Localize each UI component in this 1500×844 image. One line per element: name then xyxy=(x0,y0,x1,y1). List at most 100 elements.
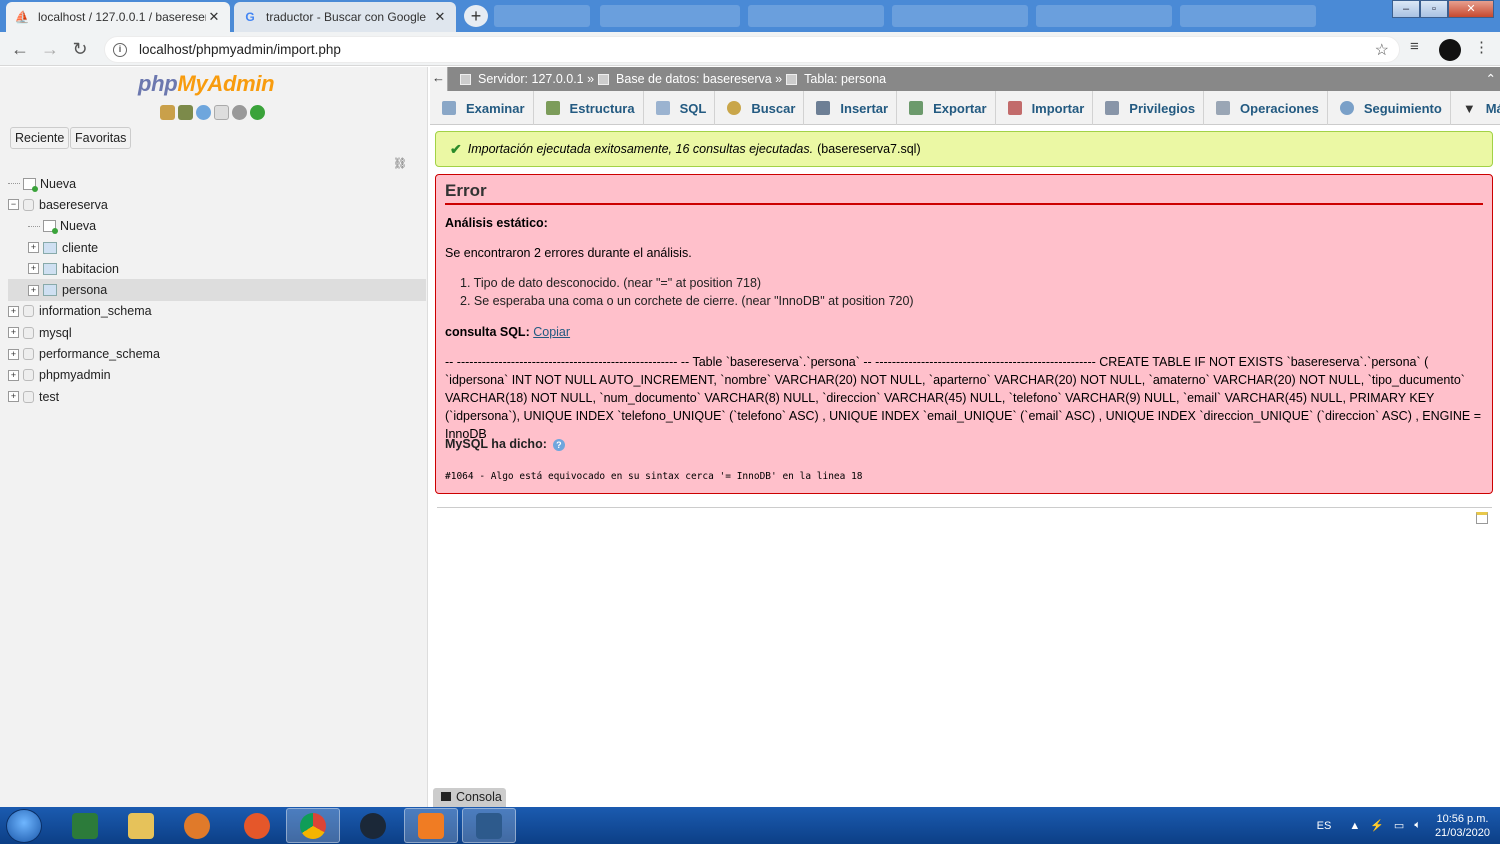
background-tab[interactable] xyxy=(892,5,1028,27)
tab-estructura[interactable]: Estructura xyxy=(534,91,644,125)
tree-item-new-table[interactable]: Nueva xyxy=(8,216,426,237)
logout-icon[interactable] xyxy=(178,105,193,120)
reload-nav-icon[interactable] xyxy=(250,105,265,120)
tab-mas[interactable]: ▼ Más xyxy=(1451,91,1500,125)
bookmark-star-icon[interactable]: ☆ xyxy=(1375,40,1389,60)
tree-item-label[interactable]: phpmyadmin xyxy=(39,368,111,382)
tab-exportar[interactable]: Exportar xyxy=(897,91,996,125)
taskbar-media-player-icon[interactable] xyxy=(170,808,224,843)
breadcrumb-server[interactable]: Servidor: 127.0.0.1 » xyxy=(478,67,594,91)
tree-item-label[interactable]: Nueva xyxy=(40,177,76,191)
language-indicator[interactable]: ES xyxy=(1317,820,1332,832)
tab-importar[interactable]: Importar xyxy=(996,91,1094,125)
media-queue-icon[interactable]: ≡ xyxy=(1410,38,1419,55)
tree-item-label[interactable]: cliente xyxy=(62,241,98,255)
tree-item-label[interactable]: performance_schema xyxy=(39,347,160,361)
tab-buscar[interactable]: Buscar xyxy=(715,91,805,125)
help-icon[interactable] xyxy=(196,105,211,120)
browser-menu-icon[interactable]: ⋮ xyxy=(1474,38,1489,56)
tab-insertar[interactable]: Insertar xyxy=(804,91,898,125)
close-tab-icon[interactable]: ✕ xyxy=(206,9,222,25)
expand-icon[interactable]: + xyxy=(8,369,19,381)
breadcrumb-table[interactable]: Tabla: persona xyxy=(804,67,886,91)
action-center-icon[interactable]: ▭ xyxy=(1394,819,1404,832)
phpmyadmin-logo[interactable]: phpMyAdmin xyxy=(138,71,275,97)
taskbar-firefox-icon[interactable] xyxy=(230,808,284,843)
show-hidden-icons-icon[interactable]: ▲ xyxy=(1349,820,1360,832)
help-icon[interactable]: ? xyxy=(552,438,565,451)
link-with-main-icon[interactable]: ⛓ xyxy=(393,157,407,170)
breadcrumb-database[interactable]: Base de datos: basereserva » xyxy=(616,67,782,91)
database-icon xyxy=(598,73,610,85)
new-tab-button[interactable]: + xyxy=(464,5,488,27)
background-tab[interactable] xyxy=(748,5,884,27)
start-button[interactable] xyxy=(6,809,42,843)
tab-examinar[interactable]: Examinar xyxy=(430,91,534,125)
expand-icon[interactable]: + xyxy=(28,284,39,296)
tree-item-information-schema[interactable]: + information_schema xyxy=(8,301,426,322)
maximize-button[interactable]: ▫ xyxy=(1420,0,1448,18)
tree-item-cliente[interactable]: + cliente xyxy=(8,237,426,258)
favorites-button[interactable]: Favoritas xyxy=(70,127,132,149)
home-icon[interactable] xyxy=(160,105,175,120)
expand-icon[interactable]: + xyxy=(8,305,19,317)
tree-item-new-database[interactable]: Nueva xyxy=(8,173,426,194)
background-tab[interactable] xyxy=(1180,5,1316,27)
tree-item-label[interactable]: habitacion xyxy=(62,262,119,276)
tab-seguimiento[interactable]: Seguimiento xyxy=(1328,91,1451,125)
tab-privilegios[interactable]: Privilegios xyxy=(1093,91,1205,125)
tab-phpmyadmin[interactable]: ⛵ localhost / 127.0.0.1 / basereserv ✕ xyxy=(6,2,230,32)
collapse-icon[interactable]: − xyxy=(8,199,19,211)
back-icon[interactable]: ← xyxy=(8,38,32,60)
collapse-panel-icon[interactable]: ← xyxy=(430,67,448,91)
tree-item-label[interactable]: persona xyxy=(62,283,107,297)
scroll-top-icon[interactable]: ⌃ xyxy=(1486,67,1496,91)
address-bar[interactable]: i localhost/phpmyadmin/import.php ☆ xyxy=(104,36,1400,63)
taskbar-project-icon[interactable] xyxy=(58,808,112,843)
tree-item-label[interactable]: information_schema xyxy=(39,304,152,318)
tree-item-test[interactable]: + test xyxy=(8,386,426,407)
expand-icon[interactable]: + xyxy=(8,348,19,360)
taskbar-steam-icon[interactable] xyxy=(346,808,400,843)
clock[interactable]: 10:56 p.m. 21/03/2020 xyxy=(1435,812,1490,840)
taskbar-chrome-icon[interactable] xyxy=(286,808,340,843)
taskbar-workbench-icon[interactable] xyxy=(462,808,516,843)
tree-item-habitacion[interactable]: + habitacion xyxy=(8,258,426,279)
background-tab[interactable] xyxy=(494,5,590,27)
settings-gear-icon[interactable] xyxy=(232,105,247,120)
volume-icon[interactable]: 🔈︎ xyxy=(1414,819,1421,832)
profile-avatar[interactable] xyxy=(1439,39,1461,61)
expand-icon[interactable]: + xyxy=(8,327,19,339)
docs-icon[interactable] xyxy=(214,105,229,120)
forward-icon[interactable]: → xyxy=(38,38,62,60)
reload-icon[interactable]: ↻ xyxy=(68,38,92,60)
page-settings-icon[interactable] xyxy=(1476,512,1488,524)
tree-item-label[interactable]: Nueva xyxy=(60,219,96,233)
recent-button[interactable]: Reciente xyxy=(10,127,70,149)
expand-icon[interactable]: + xyxy=(28,242,39,254)
close-tab-icon[interactable]: ✕ xyxy=(432,9,448,25)
background-tab[interactable] xyxy=(600,5,740,27)
tree-item-persona[interactable]: + persona xyxy=(8,279,426,301)
tree-item-basereserva[interactable]: − basereserva xyxy=(8,194,426,215)
tab-google[interactable]: G traductor - Buscar con Google ✕ xyxy=(234,2,456,32)
tree-item-phpmyadmin[interactable]: + phpmyadmin xyxy=(8,365,426,386)
tree-item-performance-schema[interactable]: + performance_schema xyxy=(8,343,426,364)
network-icon[interactable]: ⚡ xyxy=(1370,819,1384,832)
console-button[interactable]: Consola xyxy=(433,788,506,807)
tree-item-mysql[interactable]: + mysql xyxy=(8,322,426,343)
window-close-button[interactable]: ✕ xyxy=(1448,0,1494,18)
expand-icon[interactable]: + xyxy=(8,391,19,403)
tab-operaciones[interactable]: Operaciones xyxy=(1204,91,1328,125)
site-info-icon[interactable]: i xyxy=(113,42,127,57)
taskbar-xampp-icon[interactable] xyxy=(404,808,458,843)
tree-item-label[interactable]: mysql xyxy=(39,326,72,340)
taskbar-explorer-icon[interactable] xyxy=(114,808,168,843)
tab-sql[interactable]: SQL xyxy=(644,91,716,125)
background-tab[interactable] xyxy=(1036,5,1172,27)
tree-item-label[interactable]: basereserva xyxy=(39,198,108,212)
expand-icon[interactable]: + xyxy=(28,263,39,275)
tree-item-label[interactable]: test xyxy=(39,390,59,404)
copy-link[interactable]: Copiar xyxy=(533,325,570,339)
minimize-button[interactable]: – xyxy=(1392,0,1420,18)
